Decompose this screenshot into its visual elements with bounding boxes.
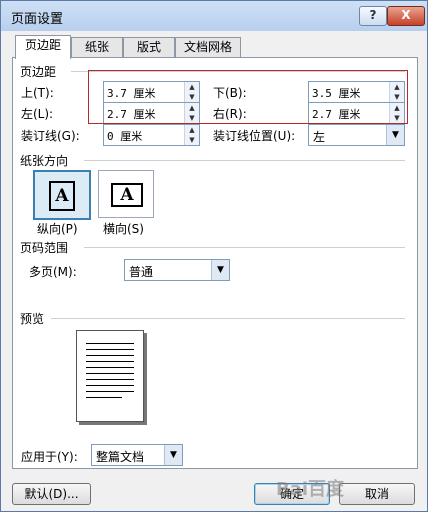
portrait-label[interactable]: 纵向(P) — [37, 220, 78, 237]
preview-text-line — [86, 397, 122, 398]
chevron-down-icon[interactable]: ▼ — [386, 125, 404, 145]
spinner-arrows-icon[interactable]: ▲ ▼ — [184, 125, 199, 145]
highlight-box — [88, 70, 408, 124]
margins-section-label: 页边距 — [20, 65, 57, 79]
preview-text-line — [86, 355, 134, 356]
close-button[interactable]: X — [387, 6, 425, 26]
preview-text-line — [86, 361, 134, 362]
preview-text-line — [86, 343, 134, 344]
dialog-title: 页面设置 — [11, 12, 64, 27]
preview-text-line — [86, 349, 134, 350]
preview-text-line — [86, 385, 134, 386]
help-button[interactable]: ? — [359, 6, 387, 26]
title-bar: 页面设置 ? X — [1, 1, 427, 31]
chevron-down-icon[interactable]: ▼ — [211, 260, 229, 280]
portrait-option[interactable]: A — [33, 170, 91, 220]
gutter-position-select[interactable]: 左 ▼ — [308, 124, 405, 146]
landscape-page-icon: A — [111, 183, 143, 207]
gutter-position-value: 左 — [313, 130, 326, 144]
left-margin-label: 左(L): — [21, 107, 54, 121]
preview-text-line — [86, 391, 134, 392]
preview-section-label: 预览 — [20, 312, 45, 326]
gutter-position-label: 装订线位置(U): — [213, 129, 296, 143]
tab-paper[interactable]: 纸张 — [71, 37, 123, 58]
tab-margins[interactable]: 页边距 — [15, 35, 71, 59]
default-button[interactable]: 默认(D)... — [12, 483, 91, 505]
pages-section-label: 页码范围 — [20, 241, 69, 255]
preview-text-line — [86, 367, 134, 368]
page-setup-dialog: 页面设置 ? X 页边距 纸张 版式 文档网格 页边距 上(T): 3.7 厘米… — [0, 0, 428, 512]
portrait-page-icon: A — [49, 181, 75, 211]
landscape-label[interactable]: 横向(S) — [103, 220, 144, 237]
gutter-spinner[interactable]: 0 厘米 ▲ ▼ — [103, 124, 200, 146]
multiple-pages-value: 普通 — [129, 265, 154, 279]
top-margin-label: 上(T): — [21, 86, 54, 100]
tab-document-grid[interactable]: 文档网格 — [175, 37, 241, 58]
apply-to-value: 整篇文档 — [96, 450, 145, 464]
chevron-down-icon[interactable]: ▼ — [164, 445, 182, 465]
gutter-value: 0 厘米 — [107, 130, 143, 143]
apply-to-label: 应用于(Y): — [21, 450, 78, 464]
multiple-pages-label: 多页(M): — [29, 265, 77, 279]
orientation-divider — [84, 160, 405, 161]
cancel-button[interactable]: 取消 — [339, 483, 415, 505]
gutter-label: 装订线(G): — [21, 129, 80, 143]
tab-layout[interactable]: 版式 — [123, 37, 175, 58]
watermark: Bai百度 — [276, 479, 345, 500]
landscape-option[interactable]: A — [98, 170, 154, 218]
pages-divider — [84, 247, 405, 248]
apply-to-select[interactable]: 整篇文档 ▼ — [91, 444, 183, 466]
preview-text-line — [86, 379, 134, 380]
preview-divider — [51, 318, 405, 319]
multiple-pages-select[interactable]: 普通 ▼ — [124, 259, 230, 281]
preview-text-line — [86, 373, 134, 374]
orientation-section-label: 纸张方向 — [20, 154, 69, 168]
page-preview — [76, 330, 144, 422]
